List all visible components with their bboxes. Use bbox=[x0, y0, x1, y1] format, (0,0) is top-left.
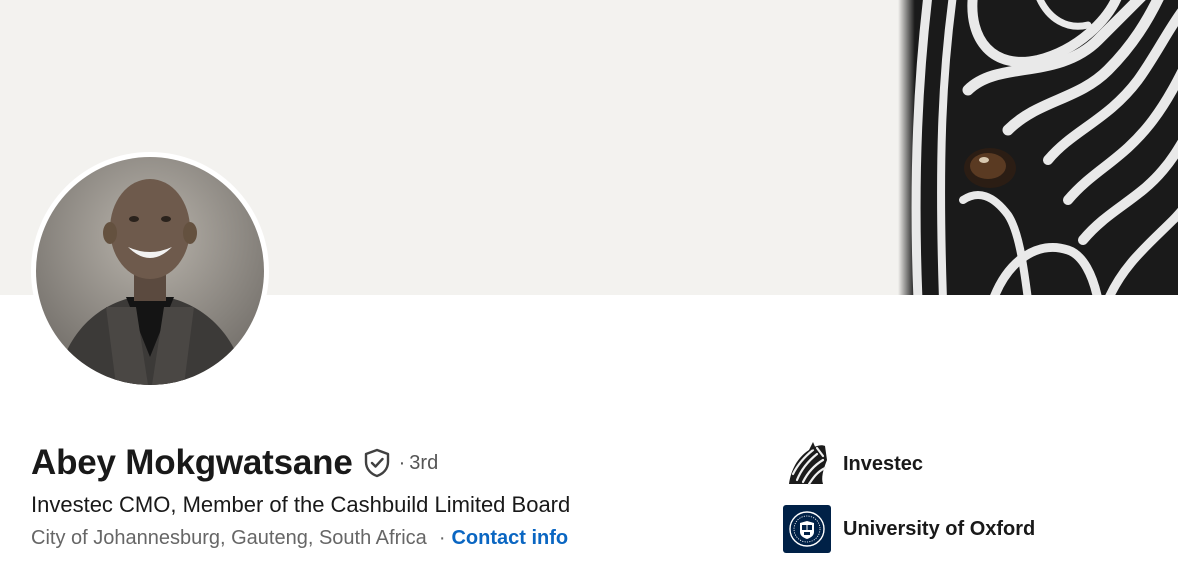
zebra-banner-image bbox=[898, 0, 1178, 295]
location-row: City of Johannesburg, Gauteng, South Afr… bbox=[31, 527, 568, 550]
oxford-crest-icon bbox=[783, 505, 831, 553]
zebra-logo-icon bbox=[783, 440, 831, 488]
profile-location: City of Johannesburg, Gauteng, South Afr… bbox=[31, 527, 427, 549]
org-item-investec[interactable]: Investec bbox=[783, 440, 923, 488]
org-label-university-of-oxford: University of Oxford bbox=[843, 517, 1036, 540]
profile-name-row: Abey Mokgwatsane · 3rd bbox=[31, 440, 438, 486]
org-label-investec: Investec bbox=[843, 452, 924, 475]
connection-degree-label: 3rd bbox=[409, 451, 439, 474]
profile-headline: Investec CMO, Member of the Cashbuild Li… bbox=[31, 492, 571, 517]
profile-name: Abey Mokgwatsane bbox=[31, 443, 353, 482]
org-item-university-of-oxford[interactable]: University of Oxford bbox=[783, 505, 1035, 553]
avatar bbox=[36, 157, 264, 385]
profile-photo[interactable] bbox=[31, 152, 269, 390]
connection-degree: · 3rd bbox=[399, 452, 439, 475]
degree-separator: · bbox=[398, 451, 406, 474]
location-separator: · bbox=[438, 527, 446, 549]
contact-info-link[interactable]: Contact info bbox=[451, 527, 568, 550]
verified-shield-icon[interactable] bbox=[363, 448, 391, 478]
